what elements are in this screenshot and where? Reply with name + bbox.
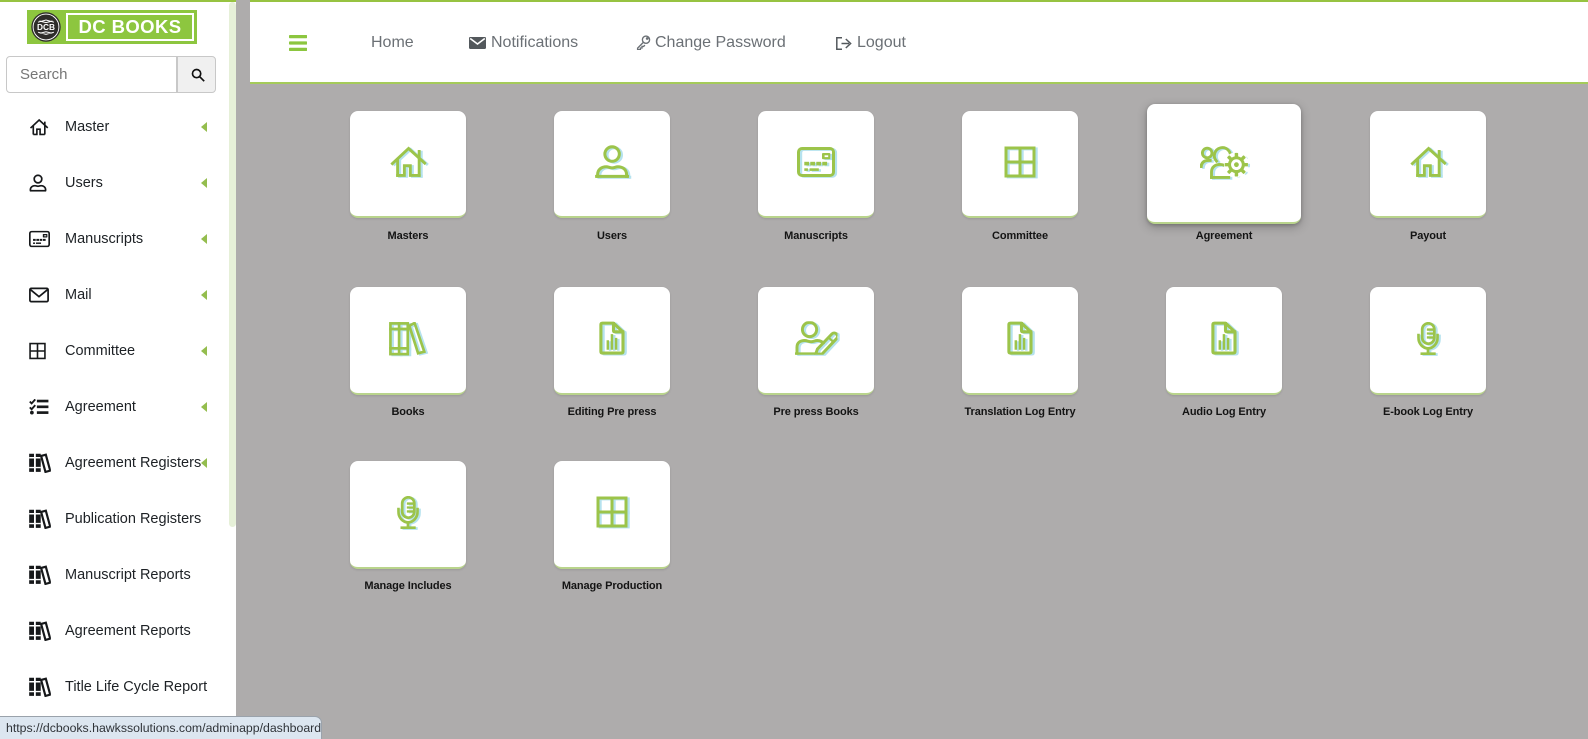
svg-text:DCB: DCB [37,22,55,32]
